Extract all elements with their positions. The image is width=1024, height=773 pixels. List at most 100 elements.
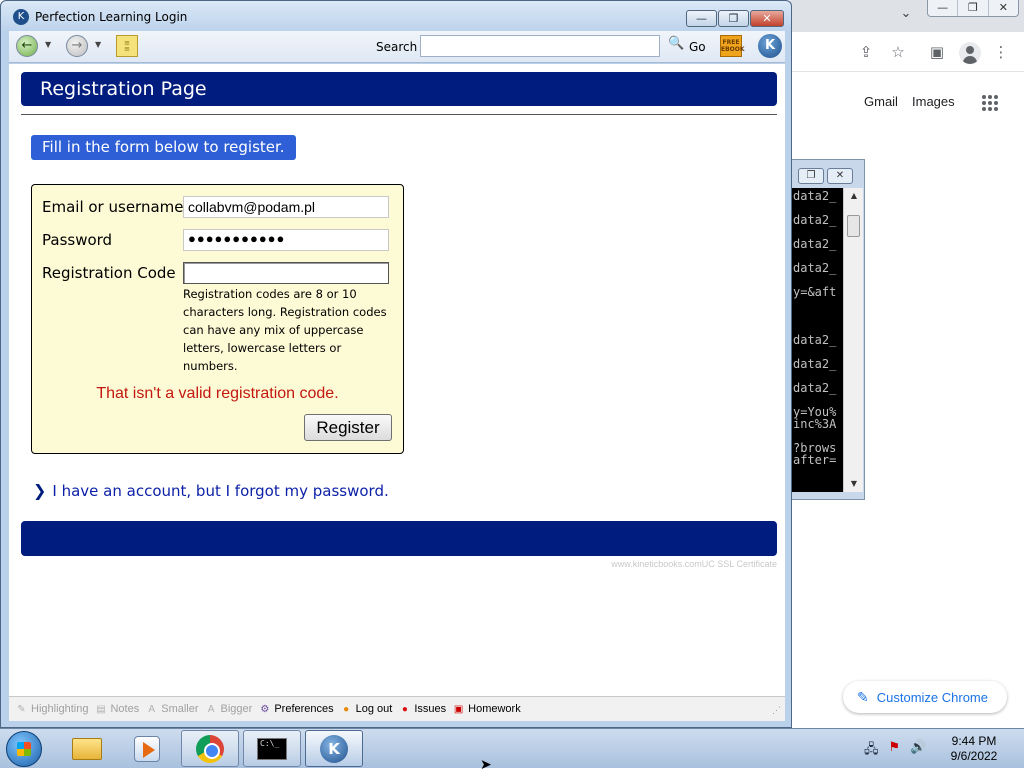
search-input[interactable] (420, 35, 660, 57)
gmail-link[interactable]: Gmail (864, 94, 898, 109)
system-tray: 🖧 ⚑ 🔊 (864, 740, 926, 762)
minimize-button[interactable]: — (686, 10, 717, 27)
media-player-icon (134, 735, 160, 762)
volume-icon[interactable]: 🔊 (910, 740, 926, 762)
pencil-icon: ✎ (857, 688, 869, 705)
chrome-icon (196, 734, 224, 763)
start-button[interactable] (6, 731, 42, 767)
status-bar: ✎ Highlighting ▤ Notes A Smaller A Bigge… (9, 696, 785, 721)
search-label: Search (376, 40, 418, 54)
notes-button[interactable]: ▤ Notes (94, 703, 139, 716)
console-line: data2_ (793, 213, 837, 227)
taskbar: C:\_ K 🖧 ⚑ 🔊 9:44 PM 9/6/2022 (0, 728, 1024, 768)
password-field[interactable]: ●●●●●●●●●●● (183, 229, 389, 251)
chevron-right-icon: ❯ (33, 481, 47, 500)
kinetic-logo-icon[interactable]: K (758, 34, 782, 58)
images-link[interactable]: Images (912, 94, 955, 109)
bigger-button[interactable]: A Bigger (205, 703, 253, 716)
page-header: Registration Page (21, 72, 777, 106)
highlighting-label: Highlighting (31, 703, 89, 715)
forgot-password-text[interactable]: I have an account, but I forgot my passw… (52, 482, 388, 500)
console-line: data2_ (793, 237, 837, 251)
homework-button[interactable]: ▣ Homework (452, 703, 521, 716)
taskbar-kinetic-books[interactable]: K (305, 730, 363, 767)
chrome-restore-button[interactable]: ❐ (957, 0, 987, 16)
register-button[interactable]: Register (304, 414, 392, 441)
console-line: y=&aft (793, 285, 837, 299)
go-button[interactable]: Go (689, 40, 706, 54)
back-arrow-icon[interactable]: ← (16, 35, 38, 57)
footer-credit[interactable]: www.kineticbooks.comUC SSL Certificate (611, 559, 777, 569)
folder-icon (72, 737, 102, 760)
console-line: data2_ (793, 333, 837, 347)
mouse-cursor-icon: ➤ (480, 757, 492, 773)
error-message: That isn't a valid registration code. (96, 385, 339, 402)
back-dropdown-icon[interactable]: ▼ (45, 40, 51, 49)
smaller-button[interactable]: A Smaller (145, 703, 198, 716)
free-ebook-icon[interactable]: FREE EBOOK (720, 35, 745, 57)
scroll-down-icon[interactable]: ▼ (844, 476, 864, 492)
forward-arrow-icon[interactable]: → (66, 35, 88, 57)
app-logo-icon: K (13, 9, 29, 25)
forward-dropdown-icon[interactable]: ▼ (95, 40, 101, 49)
console-line: data2_ (793, 261, 837, 275)
taskbar-explorer[interactable] (58, 730, 116, 767)
registration-form: Email or username Password ●●●●●●●●●●● R… (31, 184, 404, 454)
notes-icon[interactable]: ≡ ≡ (116, 35, 138, 57)
profile-icon[interactable] (959, 42, 981, 64)
window-titlebar[interactable]: K Perfection Learning Login — ❐ ✕ (1, 1, 791, 31)
kinetic-books-icon: K (320, 734, 348, 763)
smaller-icon: A (148, 703, 156, 715)
scroll-thumb[interactable] (847, 215, 860, 237)
logout-button[interactable]: ● Log out (340, 703, 392, 716)
issues-label: Issues (414, 703, 447, 715)
chrome-minimize-button[interactable]: — (928, 0, 957, 16)
preferences-label: Preferences (274, 703, 334, 715)
page-footer (21, 521, 777, 556)
registration-code-hint: Registration codes are 8 or 10 character… (183, 287, 387, 373)
console-titlebar[interactable]: ❐ ✕ (791, 160, 864, 188)
issues-button[interactable]: ● Issues (398, 703, 446, 716)
registration-code-label: Registration Code (42, 264, 176, 282)
intro-message: Fill in the form below to register. (31, 135, 296, 160)
page-content: Registration Page Fill in the form below… (9, 64, 785, 696)
clock[interactable]: 9:44 PM 9/6/2022 (935, 734, 1013, 764)
bigger-icon: A (207, 703, 215, 715)
highlight-icon: ✎ (17, 703, 26, 715)
network-icon[interactable]: 🖧 (864, 740, 879, 762)
google-apps-icon[interactable] (982, 95, 998, 111)
app-toolbar: ← ▼ → ▼ ≡ ≡ Search 🔍 Go FREE EBOOK K (9, 31, 785, 63)
tab-search-chevron-icon[interactable]: ⌄ (897, 6, 915, 21)
console-scrollbar[interactable]: ▲ ▼ (843, 188, 863, 492)
flag-icon[interactable]: ⚑ (889, 740, 901, 762)
star-icon[interactable]: ☆ (888, 42, 908, 62)
bigger-label: Bigger (220, 703, 253, 715)
maximize-button[interactable]: ❐ (718, 10, 749, 27)
more-icon[interactable]: ⋮ (991, 42, 1011, 62)
share-icon[interactable]: ⇪ (856, 42, 876, 62)
email-label: Email or username (42, 198, 184, 216)
console-restore-button[interactable]: ❐ (798, 168, 824, 184)
cmd-icon: C:\_ (257, 737, 287, 760)
notes-icon: ▤ (96, 703, 106, 715)
search-icon[interactable]: 🔍 (668, 36, 684, 52)
scroll-up-icon[interactable]: ▲ (844, 188, 864, 204)
taskbar-chrome[interactable] (181, 730, 239, 767)
clock-date: 9/6/2022 (950, 749, 998, 763)
highlighting-button[interactable]: ✎ Highlighting (15, 703, 88, 716)
email-field[interactable] (183, 196, 389, 218)
page-title: Registration Page (40, 78, 207, 100)
console-close-button[interactable]: ✕ (827, 168, 853, 184)
taskbar-cmd[interactable]: C:\_ (243, 730, 301, 767)
preferences-button[interactable]: ⚙ Preferences (258, 703, 333, 716)
close-button[interactable]: ✕ (750, 10, 784, 27)
registration-code-field[interactable] (183, 262, 389, 284)
perfection-learning-window: K Perfection Learning Login — ❐ ✕ ← ▼ → … (0, 0, 792, 728)
resize-grip-icon[interactable]: ⋰ (772, 705, 781, 716)
customize-chrome-label: Customize Chrome (876, 689, 988, 705)
customize-chrome-button[interactable]: ✎ Customize Chrome (843, 681, 1007, 713)
sidebar-icon[interactable]: ▣ (927, 42, 947, 62)
chrome-close-button[interactable]: ✕ (987, 0, 1018, 16)
forgot-password-link[interactable]: ❯ I have an account, but I forgot my pas… (33, 481, 389, 500)
taskbar-media-player[interactable] (118, 730, 176, 767)
